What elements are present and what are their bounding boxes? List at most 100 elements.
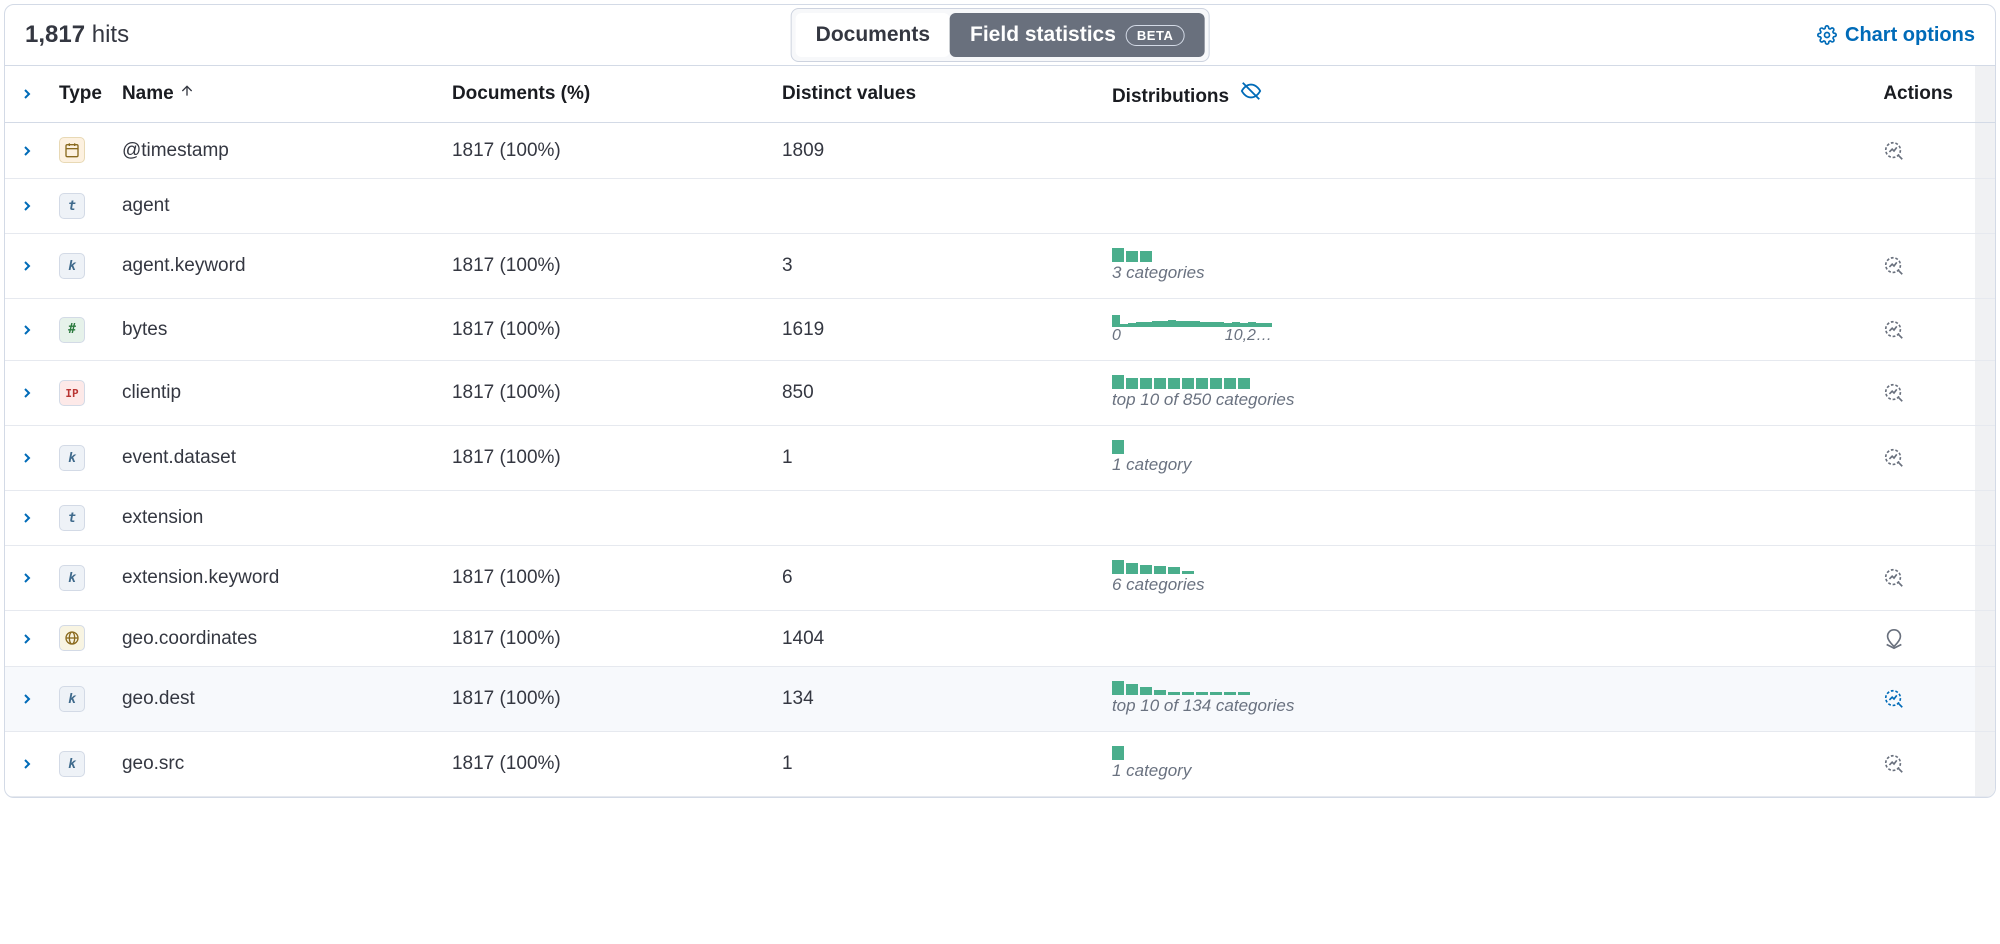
distribution-label: 1 category [1112, 455, 1191, 475]
tab-documents-label: Documents [816, 23, 930, 47]
explore-in-lens-button[interactable] [1883, 319, 1953, 341]
chart-options-label: Chart options [1845, 24, 1975, 47]
distribution-chart: 3 categories [1112, 248, 1205, 283]
field-type-icon: t [59, 505, 85, 531]
documents-percent: 1817 (100%) [442, 732, 772, 797]
field-name: extension.keyword [112, 546, 442, 611]
documents-percent [442, 179, 772, 234]
distinct-values [772, 491, 1102, 546]
documents-percent: 1817 (100%) [442, 234, 772, 299]
field-name: extension [112, 491, 442, 546]
documents-percent: 1817 (100%) [442, 361, 772, 426]
distribution-label: 1 category [1112, 761, 1191, 781]
distribution-label: 3 categories [1112, 263, 1205, 283]
gear-icon [1817, 25, 1837, 45]
distribution-label: top 10 of 850 categories [1112, 390, 1294, 410]
explore-in-maps-button[interactable] [1883, 628, 1953, 650]
explore-in-lens-button[interactable] [1883, 382, 1953, 404]
documents-percent: 1817 (100%) [442, 299, 772, 361]
table-row: k geo.src 1817 (100%) 1 1 category [5, 732, 1995, 797]
field-stats-panel: 1,817 hits Documents Field statistics BE… [4, 4, 1996, 798]
expand-row-button[interactable] [19, 258, 39, 274]
expand-row-button[interactable] [19, 756, 39, 772]
documents-percent [442, 491, 772, 546]
table-header-row: Type Name Documents (%) Distinct values … [5, 66, 1995, 123]
field-name: geo.src [112, 732, 442, 797]
distribution-histogram: 010,2… [1112, 313, 1272, 345]
distribution-chart: 1 category [1112, 746, 1191, 781]
documents-percent: 1817 (100%) [442, 426, 772, 491]
expand-row-button[interactable] [19, 450, 39, 466]
view-tab-group: Documents Field statistics BETA [791, 8, 1210, 62]
chevron-right-icon [19, 385, 35, 401]
distinct-values: 1 [772, 732, 1102, 797]
field-name: agent [112, 179, 442, 234]
table-row: k geo.dest 1817 (100%) 134 top 10 of 134… [5, 667, 1995, 732]
expand-row-button[interactable] [19, 570, 39, 586]
distinct-values: 1619 [772, 299, 1102, 361]
field-name: geo.dest [112, 667, 442, 732]
chevron-right-icon [19, 258, 35, 274]
hits-label: hits [92, 21, 129, 48]
table-row: @timestamp 1817 (100%) 1809 [5, 123, 1995, 179]
hits-count: 1,817 [25, 21, 85, 48]
field-type-icon: k [59, 445, 85, 471]
distinct-values: 1404 [772, 611, 1102, 667]
field-type-icon: k [59, 751, 85, 777]
explore-in-lens-button[interactable] [1883, 753, 1953, 775]
documents-percent: 1817 (100%) [442, 667, 772, 732]
distinct-values: 1 [772, 426, 1102, 491]
field-type-icon: k [59, 565, 85, 591]
distinct-values: 850 [772, 361, 1102, 426]
expand-row-button[interactable] [19, 143, 39, 159]
chevron-right-icon [19, 450, 35, 466]
expand-row-button[interactable] [19, 691, 39, 707]
explore-in-lens-button[interactable] [1883, 255, 1953, 277]
expand-row-button[interactable] [19, 510, 39, 526]
distribution-label: 6 categories [1112, 575, 1205, 595]
chevron-right-icon [19, 570, 35, 586]
column-documents[interactable]: Documents (%) [442, 66, 772, 123]
field-type-icon [59, 137, 85, 163]
explore-in-lens-button[interactable] [1883, 140, 1953, 162]
column-expand[interactable] [5, 66, 49, 123]
table-row: # bytes 1817 (100%) 1619 010,2… [5, 299, 1995, 361]
tab-field-statistics[interactable]: Field statistics BETA [950, 13, 1204, 57]
panel-header: 1,817 hits Documents Field statistics BE… [5, 5, 1995, 66]
chevron-right-icon [19, 631, 35, 647]
column-name[interactable]: Name [112, 66, 442, 123]
column-distributions[interactable]: Distributions [1102, 66, 1873, 123]
chevron-right-icon [19, 143, 35, 159]
column-distinct[interactable]: Distinct values [772, 66, 1102, 123]
distinct-values: 6 [772, 546, 1102, 611]
expand-row-button[interactable] [19, 198, 39, 214]
column-type[interactable]: Type [49, 66, 112, 123]
eye-closed-icon[interactable] [1240, 86, 1262, 107]
field-name: @timestamp [112, 123, 442, 179]
table-row: IP clientip 1817 (100%) 850 top 10 of 85… [5, 361, 1995, 426]
field-type-icon: k [59, 686, 85, 712]
chart-options-button[interactable]: Chart options [1817, 24, 1975, 47]
table-row: t agent [5, 179, 1995, 234]
explore-in-lens-button[interactable] [1883, 567, 1953, 589]
tab-documents[interactable]: Documents [796, 13, 950, 57]
distinct-values: 3 [772, 234, 1102, 299]
field-name: geo.coordinates [112, 611, 442, 667]
chevron-right-icon [19, 198, 35, 214]
tab-field-statistics-label: Field statistics [970, 23, 1116, 47]
expand-row-button[interactable] [19, 631, 39, 647]
explore-in-lens-button[interactable] [1883, 688, 1953, 710]
field-type-icon: # [59, 317, 85, 343]
table-row: t extension [5, 491, 1995, 546]
expand-row-button[interactable] [19, 322, 39, 338]
distribution-chart: top 10 of 134 categories [1112, 681, 1294, 716]
field-name: agent.keyword [112, 234, 442, 299]
field-name: bytes [112, 299, 442, 361]
field-name: clientip [112, 361, 442, 426]
field-type-icon: k [59, 253, 85, 279]
expand-row-button[interactable] [19, 385, 39, 401]
chevron-right-icon [19, 86, 35, 102]
table-row: k extension.keyword 1817 (100%) 6 6 cate… [5, 546, 1995, 611]
explore-in-lens-button[interactable] [1883, 447, 1953, 469]
chevron-right-icon [19, 756, 35, 772]
